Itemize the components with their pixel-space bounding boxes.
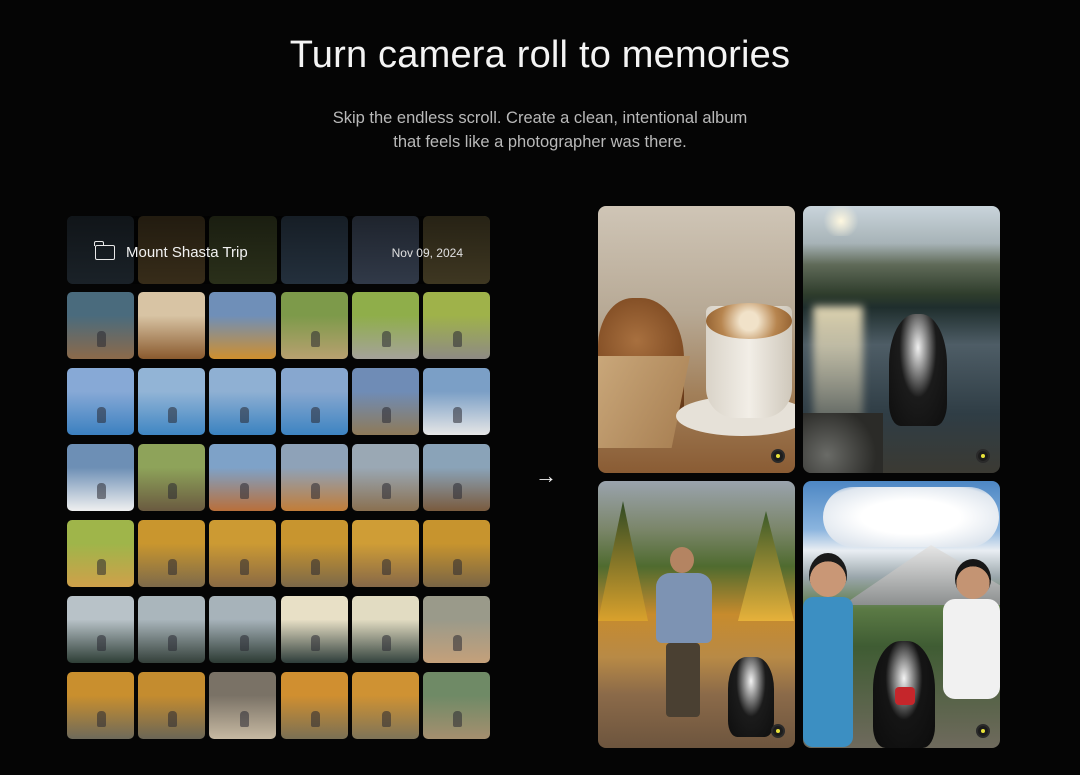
head bbox=[670, 547, 694, 573]
camera-roll-thumbnail[interactable] bbox=[67, 596, 134, 663]
camera-roll-thumbnail[interactable] bbox=[67, 672, 134, 739]
thumbnail-grid bbox=[67, 292, 490, 739]
page-title: Turn camera roll to memories bbox=[289, 34, 791, 76]
man-hiker bbox=[652, 547, 714, 727]
dog bbox=[728, 657, 774, 737]
sun-glow bbox=[821, 206, 861, 236]
subtitle-line-2: that feels like a photographer was there… bbox=[393, 133, 687, 151]
camera-roll-thumbnail[interactable] bbox=[209, 520, 277, 587]
camera-roll-grid: Mount Shasta Trip Nov 09, 2024 bbox=[67, 216, 490, 739]
camera-roll-thumbnail[interactable] bbox=[138, 292, 206, 359]
curated-photo-trail[interactable] bbox=[598, 481, 795, 748]
white-shirt bbox=[943, 599, 1000, 699]
dog bbox=[889, 314, 947, 426]
camera-roll-thumbnail[interactable] bbox=[351, 368, 419, 435]
selected-dot-icon bbox=[771, 724, 785, 738]
red-harness bbox=[895, 687, 915, 705]
camera-roll-thumbnail[interactable] bbox=[67, 520, 134, 587]
camera-roll-thumbnail[interactable] bbox=[67, 292, 134, 359]
camera-roll-thumbnail[interactable] bbox=[209, 596, 277, 663]
camera-roll-thumbnail[interactable] bbox=[280, 368, 348, 435]
pants bbox=[666, 643, 700, 717]
camera-roll-thumbnail[interactable] bbox=[138, 444, 206, 511]
camera-roll-thumbnail[interactable] bbox=[209, 368, 277, 435]
cloud bbox=[823, 487, 999, 547]
camera-roll-thumbnail[interactable] bbox=[280, 596, 348, 663]
subtitle-line-1: Skip the endless scroll. Create a clean,… bbox=[332, 109, 748, 127]
camera-roll-thumbnail[interactable] bbox=[280, 292, 348, 359]
camera-roll-thumbnail[interactable] bbox=[422, 444, 490, 511]
camera-roll-thumbnail[interactable] bbox=[67, 368, 134, 435]
curated-photo-muffin-latte[interactable] bbox=[598, 206, 795, 473]
shore-rocks bbox=[803, 413, 883, 473]
camera-roll-thumbnail[interactable] bbox=[138, 672, 206, 739]
camera-roll-thumbnail[interactable] bbox=[138, 368, 206, 435]
curated-photo-couple-dog[interactable] bbox=[803, 481, 1000, 748]
camera-roll-thumbnail[interactable] bbox=[280, 444, 348, 511]
camera-roll-thumbnail[interactable] bbox=[351, 672, 419, 739]
camera-roll-thumbnail[interactable] bbox=[422, 292, 490, 359]
muffin-wrapper bbox=[598, 356, 690, 448]
camera-roll-thumbnail[interactable] bbox=[351, 292, 419, 359]
camera-roll-thumbnail[interactable] bbox=[351, 444, 419, 511]
camera-roll-thumbnail[interactable] bbox=[280, 672, 348, 739]
camera-roll-thumbnail[interactable] bbox=[138, 520, 206, 587]
page-subtitle: Skip the endless scroll. Create a clean,… bbox=[0, 106, 1080, 154]
selected-dot-icon bbox=[976, 724, 990, 738]
autumn-tree bbox=[598, 501, 648, 621]
camera-roll-thumbnail[interactable] bbox=[280, 520, 348, 587]
camera-roll-thumbnail[interactable] bbox=[67, 444, 134, 511]
album-date: Nov 09, 2024 bbox=[391, 246, 463, 260]
camera-roll-thumbnail[interactable] bbox=[209, 292, 277, 359]
camera-roll-thumbnail[interactable] bbox=[209, 444, 277, 511]
latte-art bbox=[706, 303, 792, 339]
hoodie bbox=[656, 573, 712, 643]
arrow-right-icon: → bbox=[535, 463, 557, 488]
camera-roll-thumbnail[interactable] bbox=[209, 672, 277, 739]
camera-roll-thumbnail[interactable] bbox=[422, 596, 490, 663]
woman bbox=[803, 553, 855, 748]
selected-dot-icon bbox=[771, 449, 785, 463]
camera-roll-thumbnail[interactable] bbox=[422, 672, 490, 739]
blue-jacket bbox=[803, 597, 853, 747]
album-header[interactable]: Mount Shasta Trip Nov 09, 2024 bbox=[67, 216, 490, 284]
camera-roll-thumbnail[interactable] bbox=[351, 520, 419, 587]
camera-roll-thumbnail[interactable] bbox=[422, 368, 490, 435]
camera-roll-thumbnail[interactable] bbox=[351, 596, 419, 663]
camera-roll-thumbnail[interactable] bbox=[138, 596, 206, 663]
autumn-tree bbox=[738, 511, 794, 621]
curated-photo-dog-lake[interactable] bbox=[803, 206, 1000, 473]
camera-roll-thumbnail[interactable] bbox=[422, 520, 490, 587]
head bbox=[955, 559, 991, 599]
head bbox=[809, 553, 847, 597]
man bbox=[943, 559, 1000, 748]
selected-dot-icon bbox=[976, 449, 990, 463]
album-name: Mount Shasta Trip bbox=[126, 244, 248, 261]
folder-icon bbox=[94, 241, 115, 260]
